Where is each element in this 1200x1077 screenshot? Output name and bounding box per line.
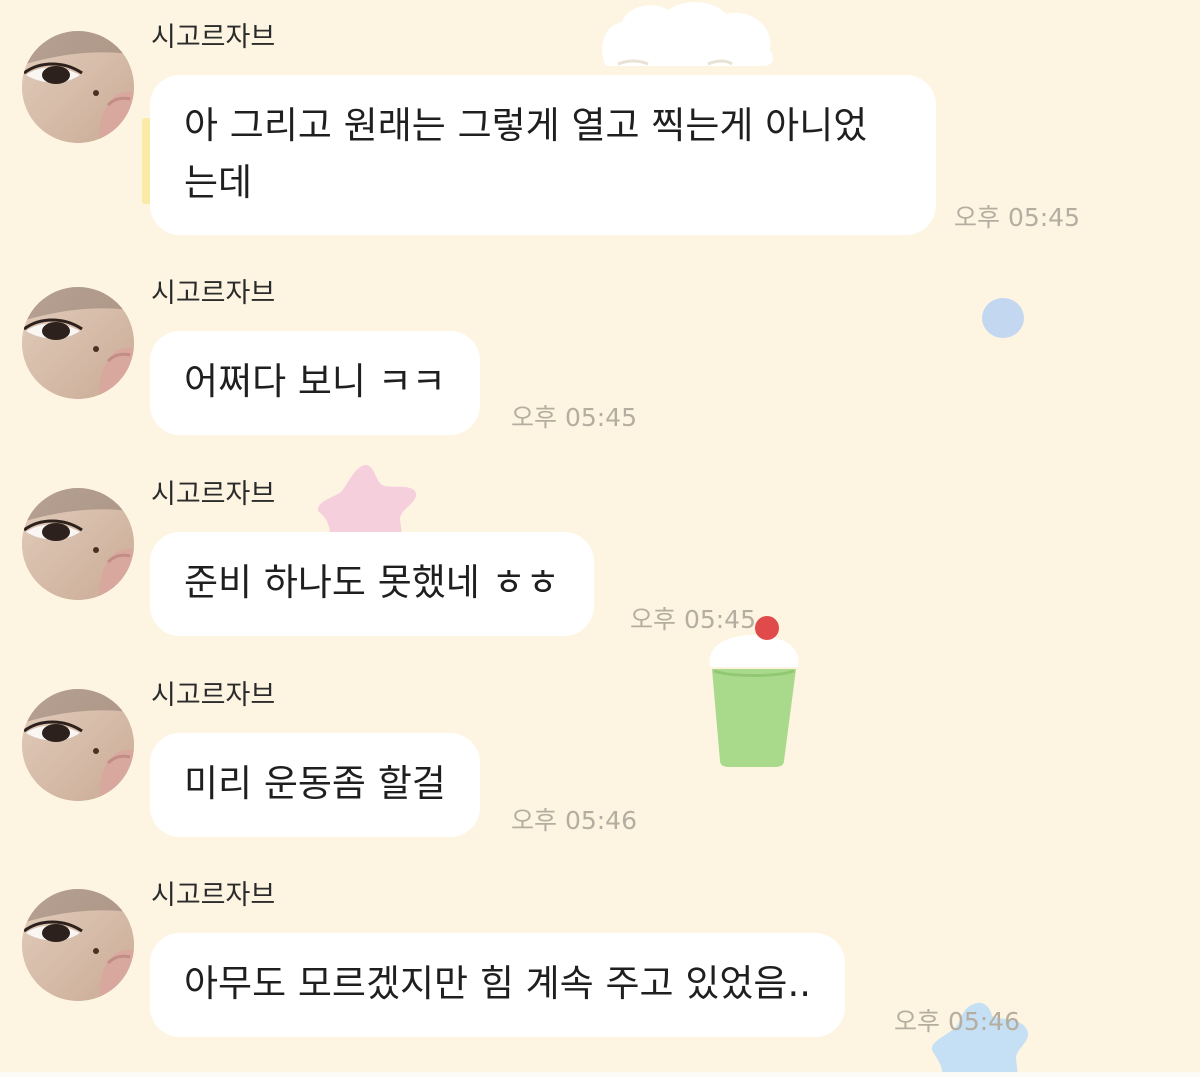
message-line: 준비 하나도 못했네 ㅎㅎ	[184, 561, 560, 604]
profile-photo-icon[interactable]	[22, 31, 134, 143]
message-timestamp: 오후 05:46	[511, 806, 637, 835]
message-timestamp: 오후 05:45	[954, 203, 1080, 232]
sender-name: 시고르자브	[151, 680, 276, 711]
message-timestamp: 오후 05:46	[894, 1007, 1020, 1036]
sender-name: 시고르자브	[151, 479, 276, 510]
sender-name: 시고르자브	[151, 278, 276, 309]
message-line: 어쩌다 보니 ㅋㅋ	[184, 360, 446, 403]
message-line: 미리 운동좀 할걸	[184, 762, 446, 805]
bottom-edge-divider	[0, 1072, 1200, 1077]
message-timestamp: 오후 05:45	[511, 403, 637, 432]
sender-name: 시고르자브	[151, 22, 276, 53]
message-bubble[interactable]: 준비 하나도 못했네 ㅎㅎ	[150, 532, 594, 636]
chat-message-list: 시고르자브 아 그리고 원래는 그렇게 열고 찍는게 아니었 는데 오후 05:…	[0, 0, 1200, 1077]
message-timestamp: 오후 05:45	[630, 605, 756, 634]
profile-photo-icon[interactable]	[22, 689, 134, 801]
message-bubble[interactable]: 아무도 모르겠지만 힘 계속 주고 있었음..	[150, 933, 845, 1037]
message-line: 아 그리고 원래는 그렇게 열고 찍는게 아니었	[184, 104, 868, 147]
message-line: 는데	[184, 161, 253, 204]
profile-photo-icon[interactable]	[22, 488, 134, 600]
message-bubble[interactable]: 미리 운동좀 할걸	[150, 733, 480, 837]
profile-photo-icon[interactable]	[22, 287, 134, 399]
profile-photo-icon[interactable]	[22, 889, 134, 1001]
message-bubble[interactable]: 아 그리고 원래는 그렇게 열고 찍는게 아니었 는데	[150, 75, 936, 235]
message-bubble[interactable]: 어쩌다 보니 ㅋㅋ	[150, 331, 480, 435]
sender-name: 시고르자브	[151, 880, 276, 911]
message-line: 아무도 모르겠지만 힘 계속 주고 있었음..	[184, 962, 811, 1005]
